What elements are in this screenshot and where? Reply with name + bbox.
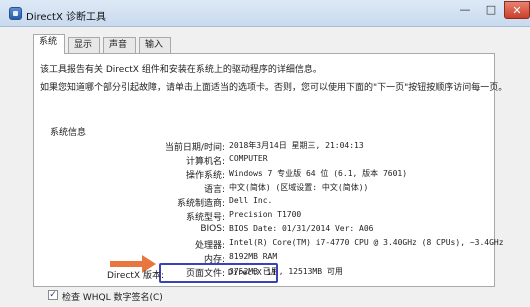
label-language: 语言: — [203, 185, 225, 195]
label-processor: 处理器: — [194, 241, 225, 251]
whql-checkbox[interactable]: ✓ — [48, 290, 58, 300]
value-datetime: 2018年3月14日 星期三, 21:04:13 — [229, 141, 364, 150]
value-processor: Intel(R) Core(TM) i7-4770 CPU @ 3.40GHz … — [229, 238, 504, 247]
minimize-button[interactable]: — — [452, 1, 478, 19]
label-model: 系统型号: — [185, 213, 225, 223]
tab-sound[interactable]: 声音 — [103, 37, 136, 53]
label-computer-name: 计算机名: — [185, 157, 225, 167]
system-tab-panel: 该工具报告有关 DirectX 组件和安装在系统上的驱动程序的详细信息。 如果您… — [33, 53, 507, 287]
title-bar: DirectX 诊断工具 — □ ✕ — [0, 0, 530, 27]
intro-text-2: 如果您知道哪个部分引起故障，请单击上面适当的选项卡。否则，您可以使用下面的"下一… — [40, 83, 508, 93]
maximize-button[interactable]: □ — [478, 1, 504, 19]
close-button[interactable]: ✕ — [504, 1, 530, 19]
value-language: 中文(简体) (区域设置: 中文(简体)) — [229, 183, 369, 192]
intro-text-1: 该工具报告有关 DirectX 组件和安装在系统上的驱动程序的详细信息。 — [40, 65, 322, 75]
value-directx-version: DirectX 11 — [228, 268, 277, 277]
label-bios: BIOS: — [200, 224, 225, 234]
system-info-section-label: 系统信息 — [50, 128, 87, 138]
tab-display[interactable]: 显示 — [68, 37, 100, 53]
label-manufacturer: 系统制造商: — [176, 199, 225, 209]
tab-input[interactable]: 输入 — [139, 37, 171, 53]
value-model: Precision T1700 — [229, 210, 302, 219]
value-computer-name: COMPUTER — [229, 154, 268, 163]
directx-app-icon — [9, 7, 22, 20]
tab-system[interactable]: 系统 — [33, 34, 65, 54]
value-memory: 8192MB RAM — [229, 252, 278, 261]
label-datetime: 当前日期/时间: — [164, 143, 225, 153]
label-os: 操作系统: — [185, 171, 225, 181]
value-bios: BIOS Date: 01/31/2014 Ver: A06 — [229, 224, 374, 233]
value-os: Windows 7 专业版 64 位 (6.1, 版本 7601) — [229, 169, 408, 178]
value-manufacturer: Dell Inc. — [229, 196, 273, 205]
label-directx-version: DirectX 版本: — [106, 271, 164, 281]
window-title: DirectX 诊断工具 — [26, 12, 106, 23]
whql-checkbox-label[interactable]: 检查 WHQL 数字签名(C) — [62, 290, 163, 303]
